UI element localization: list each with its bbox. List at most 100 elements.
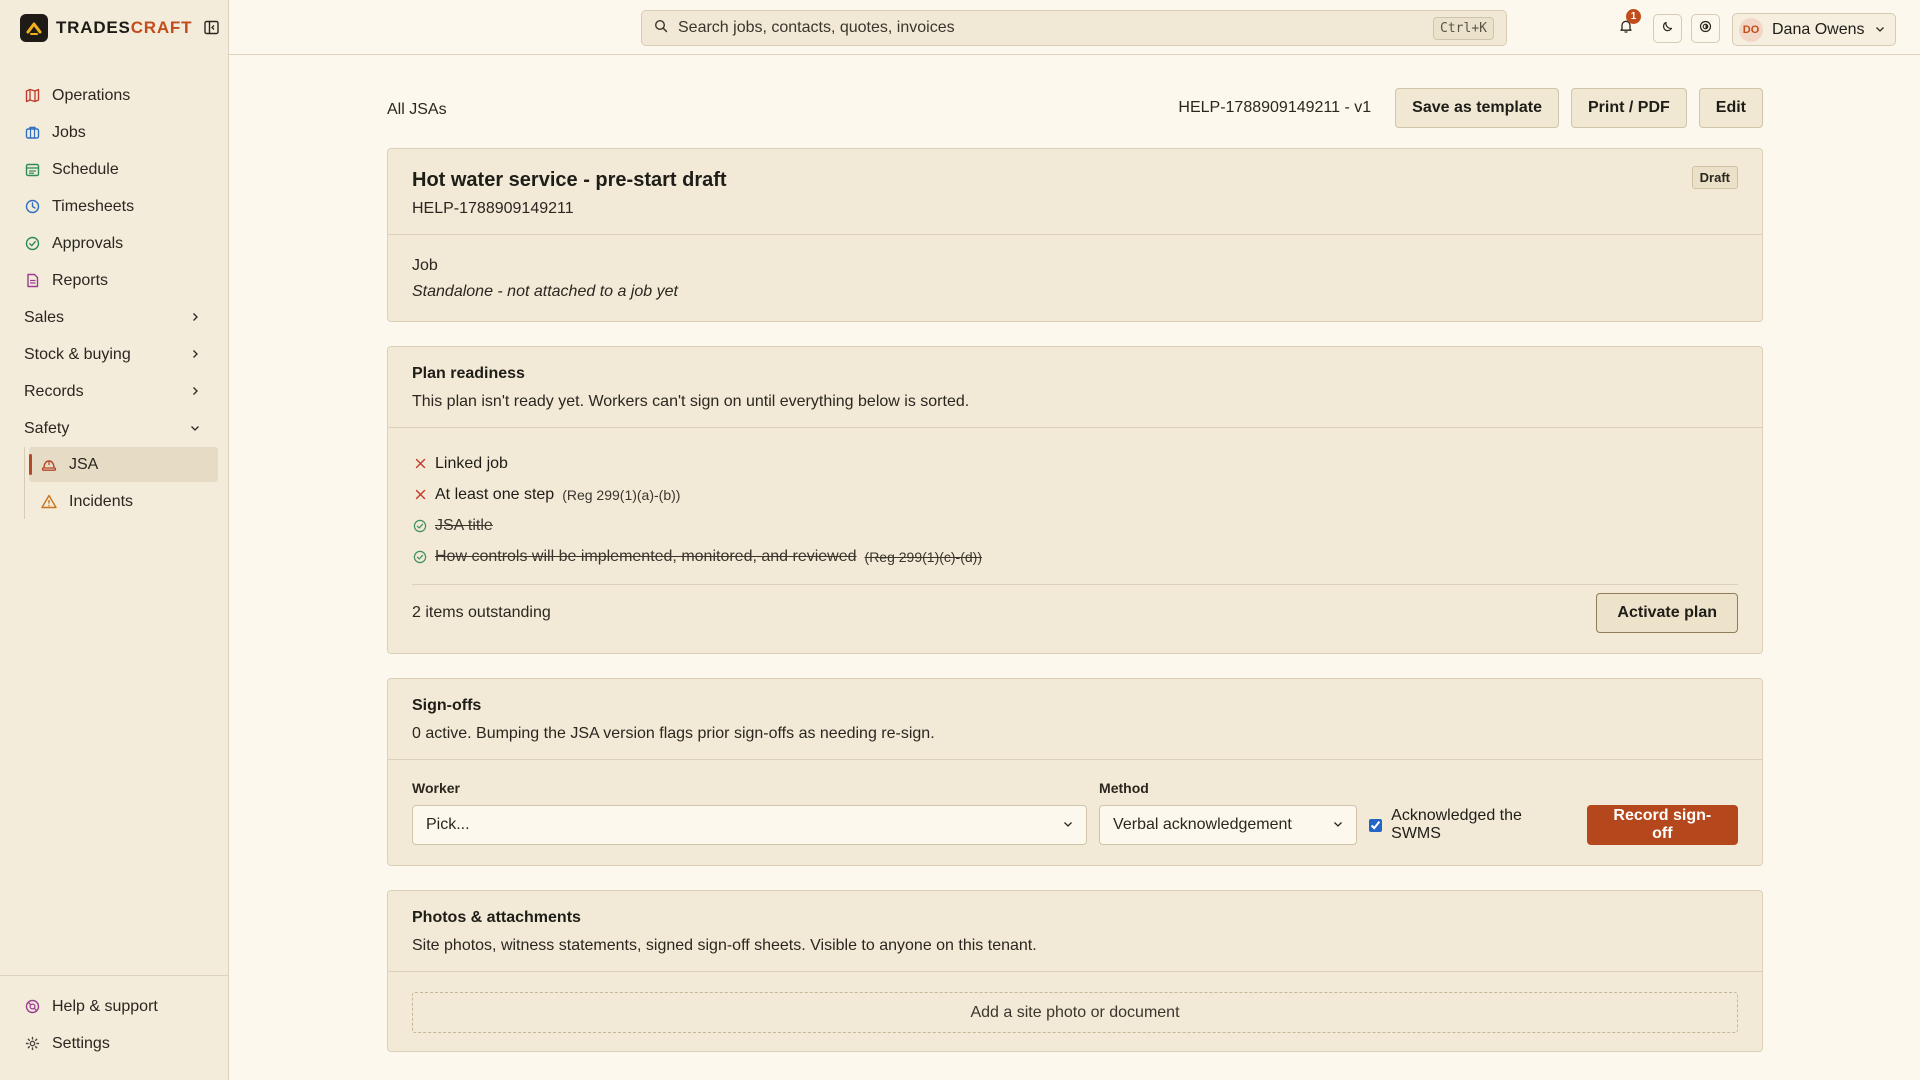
print-pdf-button[interactable]: Print / PDF xyxy=(1571,88,1687,128)
sidebar-item-schedule[interactable]: Schedule xyxy=(0,151,228,188)
chevron-right-icon xyxy=(190,346,200,364)
user-name: Dana Owens xyxy=(1772,20,1865,38)
job-value: Standalone - not attached to a job yet xyxy=(412,283,678,300)
attachments-body: Add a site photo or document xyxy=(388,972,1762,1051)
check-label: At least one step xyxy=(435,485,555,503)
clock-icon xyxy=(24,199,40,215)
sign-offs-header: Sign-offs 0 active. Bumping the JSA vers… xyxy=(388,679,1762,760)
acknowledged-swms-checkbox[interactable] xyxy=(1369,818,1383,832)
contrast-icon xyxy=(1699,20,1712,38)
header-actions: HELP-1788909149211 - v1 Save as template… xyxy=(1178,88,1763,128)
map-icon xyxy=(24,88,40,104)
sidebar-group-records[interactable]: Records xyxy=(0,373,228,410)
sidebar-item-label: Reports xyxy=(52,271,109,289)
sidebar-group-label: Sales xyxy=(24,308,65,326)
method-field: Method Verbal acknowledgement xyxy=(1099,780,1358,845)
check-label: How controls will be implemented, monito… xyxy=(435,547,857,565)
method-select-value: Verbal acknowledgement xyxy=(1113,816,1292,833)
brand: TRADESCRAFT xyxy=(0,0,228,55)
chevron-down-icon xyxy=(1063,816,1073,834)
method-select[interactable]: Verbal acknowledgement xyxy=(1099,805,1358,845)
sidebar-item-jobs[interactable]: Jobs xyxy=(0,114,228,151)
search-input[interactable] xyxy=(678,19,1434,37)
activate-plan-button[interactable]: Activate plan xyxy=(1596,593,1738,633)
search-icon xyxy=(654,19,668,38)
save-as-template-button[interactable]: Save as template xyxy=(1395,88,1559,128)
sidebar-collapse-icon[interactable] xyxy=(204,20,220,35)
sidebar-item-operations[interactable]: Operations xyxy=(0,77,228,114)
sidebar-item-reports[interactable]: Reports xyxy=(0,262,228,299)
worker-label: Worker xyxy=(412,780,460,796)
chevron-right-icon xyxy=(190,309,200,327)
topbar: Ctrl+K 1 DO Dana Owens xyxy=(229,0,1920,55)
sidebar-nav: Operations Jobs Schedule Timesheets Appr… xyxy=(0,55,228,519)
sidebar-group-stock-buying[interactable]: Stock & buying xyxy=(0,336,228,373)
attachments-header: Photos & attachments Site photos, witnes… xyxy=(388,891,1762,972)
sidebar-item-jsa[interactable]: JSA xyxy=(29,447,218,482)
page-title: Hot water service - pre-start draft xyxy=(412,169,727,191)
calendar-icon xyxy=(24,162,40,178)
sidebar-item-approvals[interactable]: Approvals xyxy=(0,225,228,262)
readiness-footer: 2 items outstanding Activate plan xyxy=(412,584,1738,633)
sidebar-item-incidents[interactable]: Incidents xyxy=(29,484,218,519)
briefcase-icon xyxy=(24,125,40,141)
check-label: Linked job xyxy=(435,454,508,472)
check-regulation: (Reg 299(1)(c)-(d)) xyxy=(864,548,982,565)
user-menu-button[interactable]: DO Dana Owens xyxy=(1732,13,1896,46)
job-label: Job xyxy=(412,257,438,274)
readiness-check-linked-job: Linked job xyxy=(412,448,1738,479)
add-attachment-dropzone[interactable]: Add a site photo or document xyxy=(412,992,1738,1033)
plan-readiness-header: Plan readiness This plan isn't ready yet… xyxy=(388,347,1762,428)
search-shortcut-hint: Ctrl+K xyxy=(1433,16,1494,40)
search-bar[interactable]: Ctrl+K xyxy=(641,10,1507,46)
check-circle-icon xyxy=(412,549,428,565)
check-circle-icon xyxy=(412,518,428,534)
sidebar-item-label: Operations xyxy=(52,86,131,104)
sign-offs-subtitle: 0 active. Bumping the JSA version flags … xyxy=(412,725,935,742)
readiness-check-one-step: At least one step (Reg 299(1)(a)-(b)) xyxy=(412,479,1738,510)
theme-toggle-button[interactable] xyxy=(1653,14,1682,43)
plan-readiness-card: Plan readiness This plan isn't ready yet… xyxy=(387,346,1763,654)
jsa-version-ref: HELP-1788909149211 - v1 xyxy=(1178,99,1372,116)
sidebar-item-help[interactable]: Help & support xyxy=(0,988,228,1025)
moon-icon xyxy=(1661,20,1674,38)
chevron-down-icon xyxy=(1333,816,1343,834)
plan-readiness-body: Linked job At least one step (Reg 299(1)… xyxy=(388,428,1762,653)
sidebar: TRADESCRAFT Operations Jobs Schedule Tim… xyxy=(0,0,229,1080)
plan-readiness-title: Plan readiness xyxy=(412,365,525,382)
record-sign-off-button[interactable]: Record sign-off xyxy=(1586,805,1738,845)
sidebar-group-label: Safety xyxy=(24,419,70,437)
sidebar-group-sales[interactable]: Sales xyxy=(0,299,228,336)
notifications-button[interactable]: 1 xyxy=(1611,9,1641,43)
sidebar-group-label: Records xyxy=(24,382,84,400)
attachments-title: Photos & attachments xyxy=(412,909,581,926)
outstanding-count: 2 items outstanding xyxy=(412,604,551,621)
file-icon xyxy=(24,273,40,289)
safety-sub-list: JSA Incidents xyxy=(24,447,228,519)
acknowledged-swms-checkbox-label[interactable]: Acknowledged the SWMS xyxy=(1369,805,1574,845)
check-circle-icon xyxy=(24,236,40,252)
readiness-check-controls: How controls will be implemented, monito… xyxy=(412,541,1738,572)
jsa-job-section: Job Standalone - not attached to a job y… xyxy=(388,235,1762,321)
sidebar-item-label: Approvals xyxy=(52,234,124,252)
brand-name-part1: TRADES xyxy=(56,17,131,37)
sidebar-bottom: Help & support Settings xyxy=(0,975,228,1080)
sidebar-item-settings[interactable]: Settings xyxy=(0,1025,228,1062)
check-label: JSA title xyxy=(435,516,493,534)
attachments-subtitle: Site photos, witness statements, signed … xyxy=(412,937,1037,954)
sidebar-group-safety[interactable]: Safety xyxy=(0,410,228,447)
x-icon xyxy=(412,487,428,503)
contrast-toggle-button[interactable] xyxy=(1691,14,1720,43)
chevron-down-icon xyxy=(190,420,200,438)
check-regulation: (Reg 299(1)(a)-(b)) xyxy=(562,486,681,503)
sidebar-item-timesheets[interactable]: Timesheets xyxy=(0,188,228,225)
jsa-summary-header: Hot water service - pre-start draft HELP… xyxy=(388,149,1762,235)
worker-select[interactable]: Pick... xyxy=(412,805,1088,845)
sign-off-form-row: Worker Pick... Method Verbal acknowledge… xyxy=(412,780,1738,845)
breadcrumb-all-jsas[interactable]: All JSAs xyxy=(387,101,447,119)
brand-logo-icon[interactable] xyxy=(20,13,48,42)
sidebar-item-label: JSA xyxy=(69,455,99,473)
sign-offs-title: Sign-offs xyxy=(412,697,482,714)
readiness-check-jsa-title: JSA title xyxy=(412,510,1738,541)
edit-button[interactable]: Edit xyxy=(1698,88,1763,128)
